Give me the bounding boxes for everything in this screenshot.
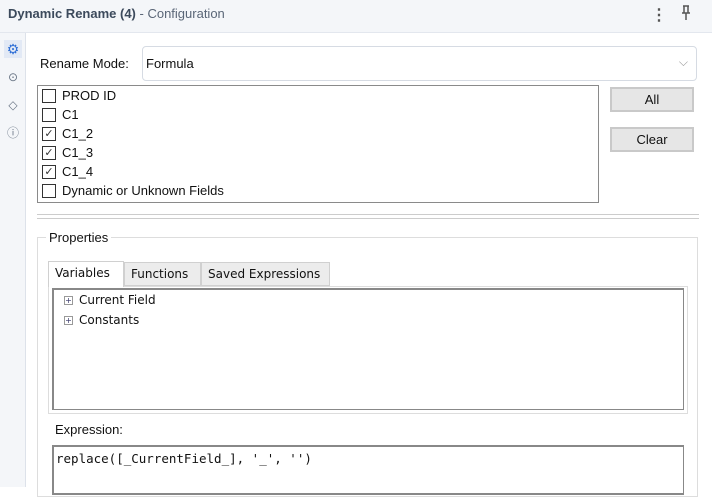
field-item[interactable]: C1 xyxy=(42,105,79,124)
expression-label: Expression: xyxy=(55,422,123,437)
tree-node[interactable]: + Current Field xyxy=(64,293,156,307)
field-label: C1_2 xyxy=(62,126,94,141)
kebab-icon[interactable]: ⋮ xyxy=(651,5,667,25)
field-label: PROD ID xyxy=(62,88,117,103)
checkbox-checked[interactable]: ✓ xyxy=(42,126,56,141)
field-label: Dynamic or Unknown Fields xyxy=(62,183,224,198)
all-button[interactable]: All xyxy=(610,87,694,112)
expand-icon[interactable]: + xyxy=(64,315,73,325)
properties-title: Properties xyxy=(46,230,112,245)
checkbox[interactable] xyxy=(42,183,56,198)
splitter[interactable] xyxy=(37,214,699,219)
field-label: C1_3 xyxy=(62,145,94,160)
field-label: C1 xyxy=(62,107,79,122)
checkbox-checked[interactable]: ✓ xyxy=(42,145,56,160)
field-item[interactable]: ✓ C1_4 xyxy=(42,162,93,181)
tool-name: Dynamic Rename (4) xyxy=(8,6,136,21)
tree-node[interactable]: + Constants xyxy=(64,313,139,327)
field-item[interactable]: ✓ C1_2 xyxy=(42,124,93,143)
connection-icon[interactable]: ⊙ xyxy=(4,68,22,86)
field-item[interactable]: Dynamic or Unknown Fields xyxy=(42,181,224,200)
panel-title: Dynamic Rename (4) - Configuration xyxy=(8,6,225,21)
rename-mode-value: Formula xyxy=(146,56,194,71)
tab-saved-expressions[interactable]: Saved Expressions xyxy=(201,262,330,286)
tree-node-label: Current Field xyxy=(79,293,156,307)
checkbox[interactable] xyxy=(42,88,56,103)
panel-header: Dynamic Rename (4) - Configuration ⋮ xyxy=(0,0,712,33)
tab-variables[interactable]: Variables xyxy=(48,261,124,287)
sidebar: ⚙ ⊙ ◇ ⓘ xyxy=(0,33,26,487)
tree-node-label: Constants xyxy=(79,313,140,327)
tag-icon[interactable]: ◇ xyxy=(4,96,22,114)
rename-mode-select[interactable]: Formula ⌵ xyxy=(142,46,697,81)
field-item[interactable]: ✓ C1_3 xyxy=(42,143,93,162)
variables-tree[interactable]: + Current Field + Constants xyxy=(52,288,684,410)
field-list[interactable]: PROD ID C1 ✓ C1_2 ✓ C1_3 ✓ C1_4 Dynamic or … xyxy=(37,85,599,203)
panel-subtitle: - Configuration xyxy=(139,6,225,21)
field-label: C1_4 xyxy=(62,164,94,179)
field-item[interactable]: PROD ID xyxy=(42,86,116,105)
pin-icon[interactable] xyxy=(680,4,692,22)
expression-editor[interactable]: replace([_CurrentField_], '_', '') xyxy=(52,445,684,495)
rename-mode-label: Rename Mode: xyxy=(40,56,129,71)
clear-button[interactable]: Clear xyxy=(610,127,694,152)
chevron-down-icon: ⌵ xyxy=(678,55,688,69)
tab-functions[interactable]: Functions xyxy=(124,262,201,286)
gear-icon[interactable]: ⚙ xyxy=(4,40,22,58)
expand-icon[interactable]: + xyxy=(64,295,73,305)
checkbox[interactable] xyxy=(42,107,56,122)
checkbox-checked[interactable]: ✓ xyxy=(42,164,56,179)
help-icon[interactable]: ⓘ xyxy=(4,124,22,142)
